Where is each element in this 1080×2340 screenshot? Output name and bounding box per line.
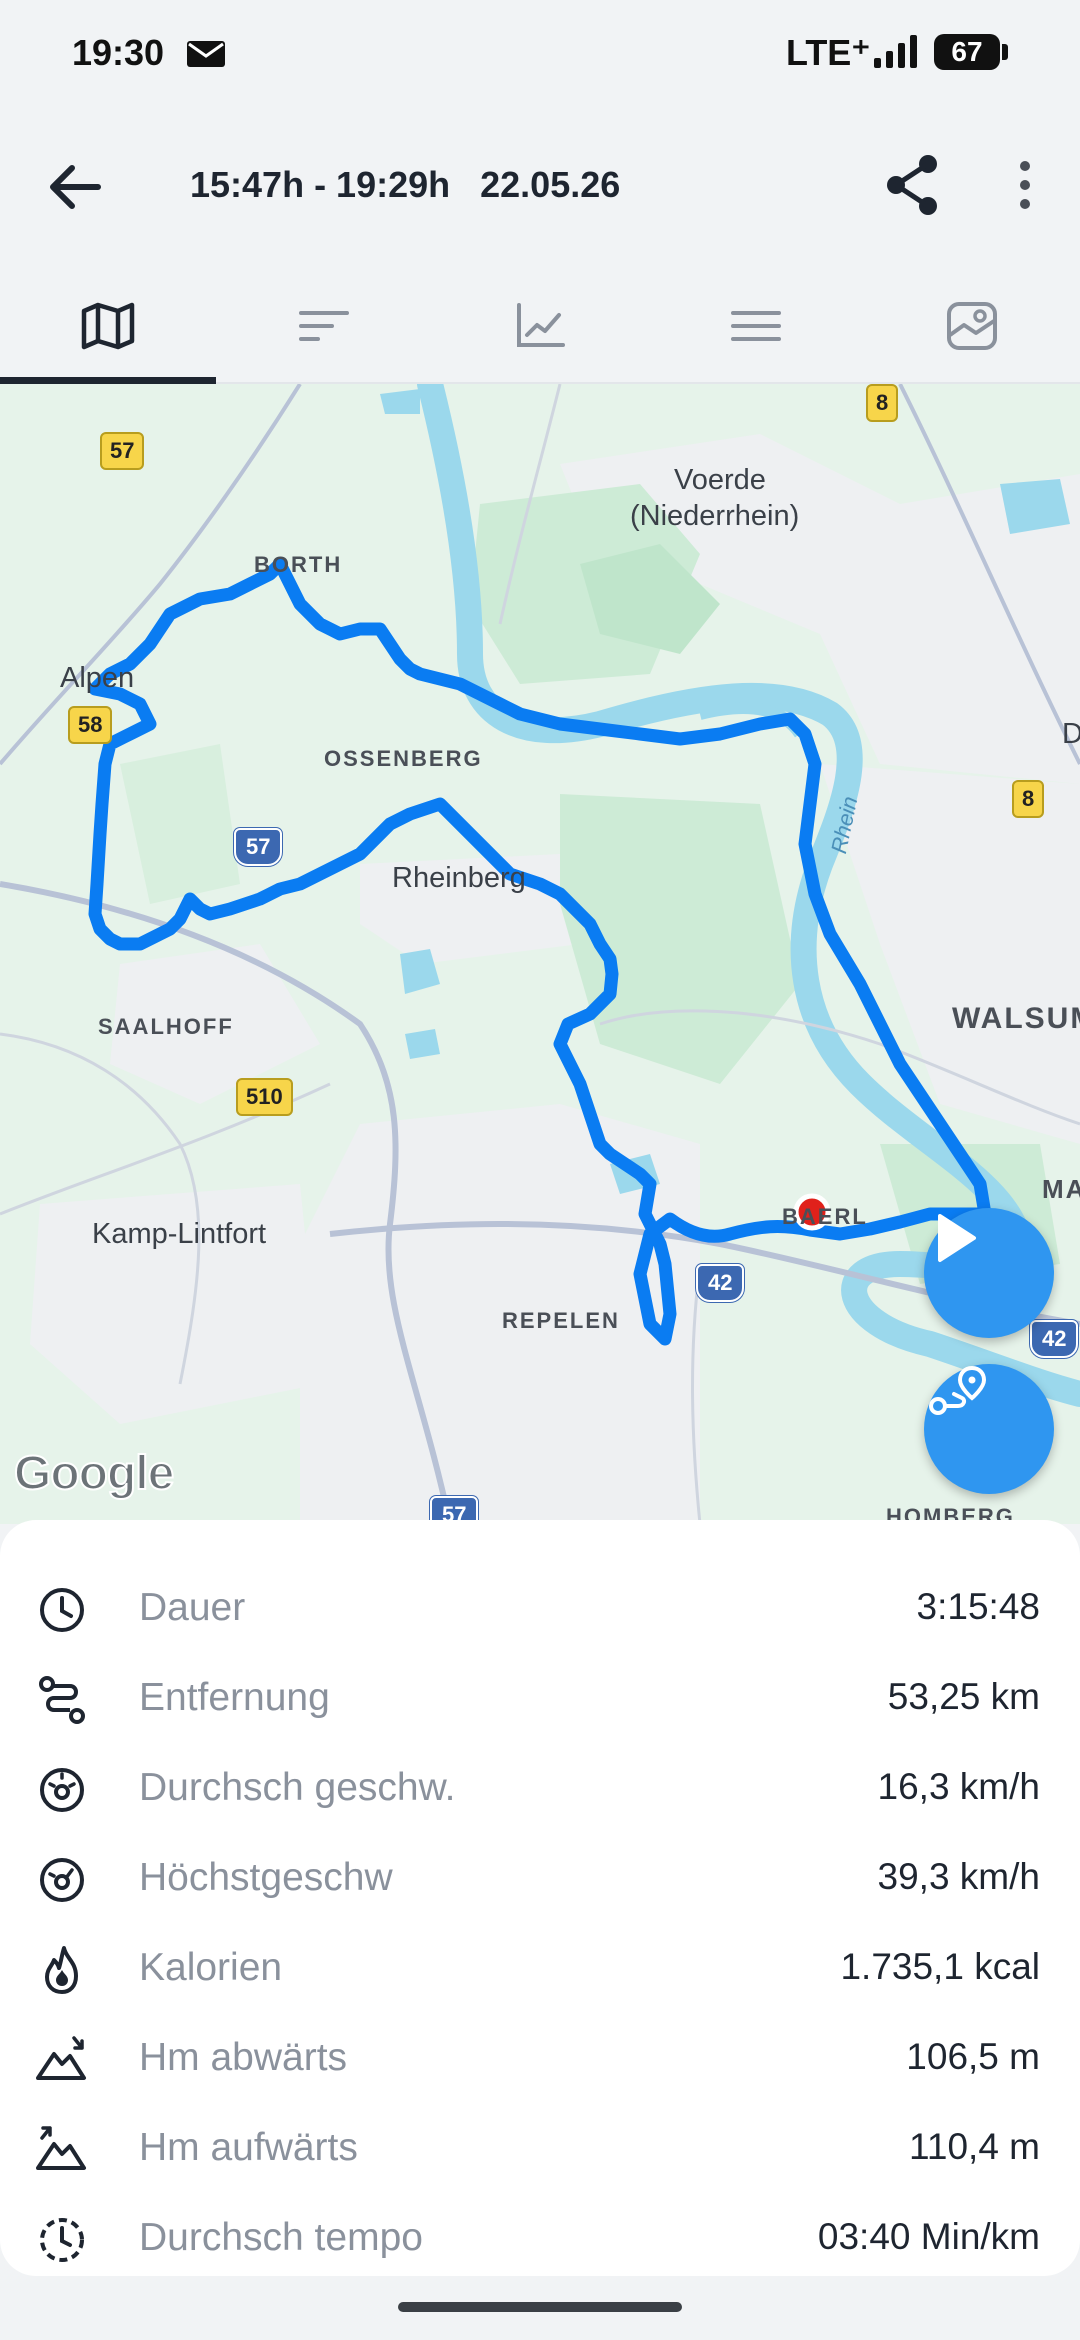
stat-row-pace: Durchsch tempo 03:40 Min/km	[0, 2192, 1080, 2282]
tempo-icon	[40, 2218, 84, 2262]
battery-tip	[1002, 44, 1008, 60]
share-icon[interactable]	[878, 150, 948, 220]
stat-label: Durchsch tempo	[139, 2216, 423, 2259]
network-type: LTE⁺	[786, 32, 871, 73]
place-label: Voerde	[674, 464, 766, 496]
stat-row-descent: Hm abwärts 106,5 m	[0, 2012, 1080, 2102]
mountain-down-icon	[36, 2036, 86, 2080]
stat-value: 106,5 m	[906, 2036, 1040, 2077]
stat-label: Kalorien	[139, 1946, 283, 1989]
stat-label: Hm aufwärts	[139, 2126, 358, 2169]
page-title: 15:47h - 19:29h 22.05.26	[190, 164, 621, 205]
mail-icon	[186, 40, 226, 73]
place-label: MA	[1042, 1174, 1080, 1204]
stat-row-distance: Entfernung 53,25 km	[0, 1652, 1080, 1742]
place-label: OSSENBERG	[324, 746, 483, 771]
place-label: SAALHOFF	[98, 1014, 234, 1039]
tab-sort[interactable]	[216, 270, 432, 382]
route-map[interactable]: Voerde (Niederrhein) BORTH Alpen OSSENBE…	[0, 384, 1080, 1524]
stat-label: Hm abwärts	[139, 2036, 348, 2079]
flame-icon	[45, 1946, 78, 1994]
road-shield: 58	[68, 706, 113, 744]
tab-chart[interactable]	[432, 270, 648, 382]
stat-value: 3:15:48	[916, 1586, 1040, 1627]
route-pin-icon	[929, 1365, 987, 1415]
road-shield: 510	[236, 1078, 293, 1116]
play-icon	[938, 1214, 976, 1262]
stat-label: Dauer	[139, 1586, 246, 1629]
tab-list[interactable]	[648, 270, 864, 382]
home-indicator[interactable]	[398, 2302, 682, 2312]
sort-icon	[299, 311, 349, 341]
tab-photo[interactable]	[864, 270, 1080, 382]
back-arrow-icon[interactable]	[40, 152, 110, 222]
place-label: BAERL	[782, 1204, 868, 1229]
road-shield: 8	[866, 384, 899, 422]
route-button[interactable]	[924, 1364, 1054, 1494]
place-label: REPELEN	[502, 1308, 620, 1333]
place-label: (Niederrhein)	[630, 500, 800, 532]
mountain-up-icon	[36, 2126, 86, 2170]
place-label: Alpen	[60, 662, 135, 694]
app-bar: 15:47h - 19:29h 22.05.26	[0, 130, 1080, 240]
play-button[interactable]	[924, 1208, 1054, 1338]
list-icon	[731, 311, 781, 341]
chart-icon	[517, 303, 565, 347]
clock-icon	[40, 1588, 84, 1632]
photo-icon	[947, 302, 997, 350]
stat-value: 16,3 km/h	[877, 1766, 1040, 1807]
battery-icon: 67	[934, 34, 1000, 70]
stat-row-avg-speed: Durchsch geschw. 16,3 km/h	[0, 1742, 1080, 1832]
road-shield: 57	[234, 828, 283, 866]
google-attribution: Google	[13, 1446, 175, 1501]
stats-sheet: Dauer 3:15:48 Entfernung 53,25 km Durchs…	[0, 1520, 1080, 2276]
road-shield: 8	[1012, 780, 1045, 818]
place-label: Rheinberg	[392, 862, 526, 894]
stat-row-max-speed: Höchstgeschw 39,3 km/h	[0, 1832, 1080, 1922]
status-time: 19:30	[72, 32, 165, 73]
tab-bar	[0, 270, 1080, 384]
speedometer-icon	[40, 1768, 84, 1812]
place-label: D	[1062, 718, 1080, 750]
stat-label: Höchstgeschw	[139, 1856, 393, 1899]
road-shield: 42	[1030, 1320, 1079, 1358]
route-icon	[39, 1676, 85, 1724]
stat-row-calories: Kalorien 1.735,1 kcal	[0, 1922, 1080, 2012]
place-label: WALSUM	[952, 1002, 1080, 1035]
more-vertical-icon[interactable]	[1000, 150, 1050, 220]
stat-label: Entfernung	[139, 1676, 330, 1719]
road-shield: 42	[696, 1264, 745, 1302]
speedometer-max-icon	[40, 1858, 84, 1902]
stat-value: 03:40 Min/km	[817, 2216, 1040, 2257]
stat-row-ascent: Hm aufwärts 110,4 m	[0, 2102, 1080, 2192]
stat-label: Durchsch geschw.	[139, 1766, 456, 1809]
signal-icon	[872, 34, 920, 75]
tab-map[interactable]	[0, 270, 216, 384]
map-icon	[81, 302, 135, 350]
stat-value: 110,4 m	[909, 2126, 1040, 2167]
stat-value: 53,25 km	[887, 1676, 1040, 1717]
stat-value: 1.735,1 kcal	[840, 1946, 1040, 1987]
place-label: Kamp-Lintfort	[92, 1218, 267, 1250]
stat-row-duration: Dauer 3:15:48	[0, 1562, 1080, 1652]
stat-value: 39,3 km/h	[877, 1856, 1040, 1897]
map-canvas	[0, 384, 1080, 1524]
status-bar: 19:30 LTE⁺ 67	[0, 0, 1080, 100]
place-label: BORTH	[254, 552, 343, 577]
road-shield: 57	[100, 432, 145, 470]
